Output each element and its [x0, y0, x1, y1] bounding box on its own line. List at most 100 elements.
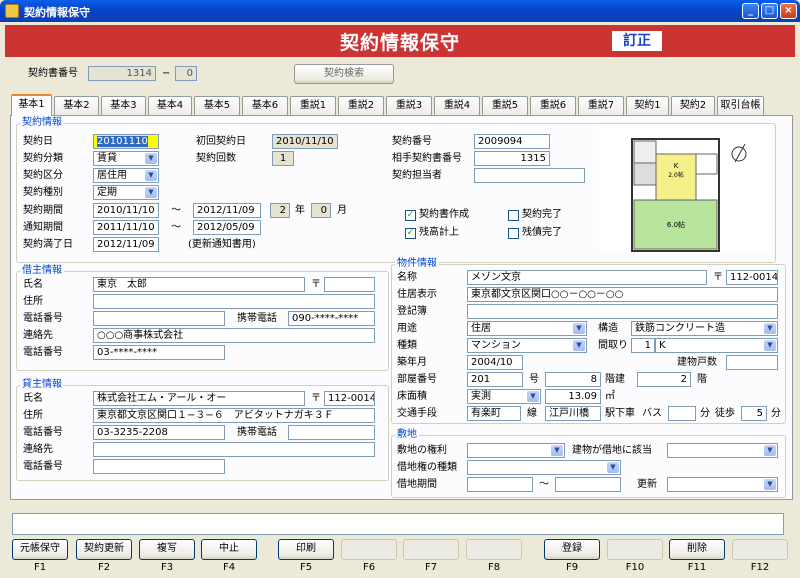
fkey-button-f8[interactable] [466, 539, 522, 560]
tab-13[interactable]: 重説7 [578, 96, 624, 115]
chevron-down-icon[interactable]: ▼ [764, 479, 776, 490]
contract-kubun-select[interactable]: 居住用 ▼ [93, 168, 159, 183]
bus-field[interactable] [668, 406, 696, 421]
contract-sub-no-field[interactable]: 0 [175, 66, 197, 81]
built-field[interactable]: 2004/10 [467, 355, 523, 370]
tab-8[interactable]: 重説2 [338, 96, 384, 115]
period-to-field[interactable]: 2012/11/09 [193, 203, 261, 218]
tab-10[interactable]: 重説4 [434, 96, 480, 115]
landlord-zip-field[interactable]: 112-0014 [324, 391, 375, 406]
structure-select[interactable]: 鉄筋コンクリート造 ▼ [631, 321, 778, 336]
tab-16[interactable]: 取引台帳 [717, 96, 764, 115]
fkey-button-f6[interactable] [341, 539, 397, 560]
units-field[interactable] [726, 355, 778, 370]
period-years-field[interactable]: 2 [270, 203, 290, 218]
contract-kind-select[interactable]: 定期 ▼ [93, 185, 159, 200]
no-field[interactable]: 2009094 [474, 134, 550, 149]
floors-field[interactable]: 8 [545, 372, 601, 387]
leasehold-kind-select[interactable]: ▼ [467, 460, 621, 475]
use-select[interactable]: 住居 ▼ [467, 321, 587, 336]
tab-9[interactable]: 重説3 [386, 96, 432, 115]
chevron-down-icon[interactable]: ▼ [764, 445, 776, 456]
expire-field[interactable]: 2012/11/09 [93, 237, 159, 252]
tenant-address-field[interactable] [93, 294, 375, 309]
contract-search-button[interactable]: 契約検索 [294, 64, 394, 84]
fkey-button-f2[interactable]: 契約更新 [76, 539, 132, 560]
chevron-down-icon[interactable]: ▼ [551, 445, 563, 456]
tab-15[interactable]: 契約2 [671, 96, 715, 115]
leased-land-select[interactable]: ▼ [667, 443, 778, 458]
fkey-button-f4[interactable]: 中止 [201, 539, 257, 560]
staff-field[interactable] [474, 168, 585, 183]
tab-4[interactable]: 基本4 [148, 96, 192, 115]
maximize-icon[interactable]: □ [761, 3, 778, 19]
chevron-down-icon[interactable]: ▼ [145, 170, 157, 181]
chevron-down-icon[interactable]: ▼ [764, 340, 776, 351]
tab-14[interactable]: 契約1 [626, 96, 669, 115]
notice-from-field[interactable]: 2011/11/10 [93, 220, 159, 235]
renew-select[interactable]: ▼ [667, 477, 778, 492]
tab-11[interactable]: 重説5 [482, 96, 528, 115]
landlord-mobile-field[interactable] [288, 425, 375, 440]
chevron-down-icon[interactable]: ▼ [573, 323, 585, 334]
partner-no-field[interactable]: 1315 [474, 151, 550, 166]
lease-to-field[interactable] [555, 477, 621, 492]
tab-5[interactable]: 基本5 [194, 96, 240, 115]
fkey-button-f3[interactable]: 複写 [139, 539, 195, 560]
tenant-zip-field[interactable] [324, 277, 375, 292]
fkey-button-f12[interactable] [732, 539, 788, 560]
area-field[interactable]: 13.09 [545, 389, 601, 404]
tab-6[interactable]: 基本6 [242, 96, 288, 115]
station-field[interactable]: 江戸川橋 [545, 406, 601, 421]
landlord-contact-field[interactable] [93, 442, 375, 457]
fkey-button-f10[interactable] [607, 539, 663, 560]
tab-2[interactable]: 基本2 [54, 96, 99, 115]
contract-created-checkbox[interactable]: ✓ [405, 210, 416, 221]
landlord-tel2-field[interactable] [93, 459, 225, 474]
debt-done-checkbox[interactable]: ✓ [508, 228, 519, 239]
contract-type-select[interactable]: 賃貸 ▼ [93, 151, 159, 166]
layout-count-field[interactable]: 1 [631, 338, 655, 353]
fkey-button-f1[interactable]: 元帳保守 [12, 539, 68, 560]
registry-field[interactable] [467, 304, 778, 319]
chevron-down-icon[interactable]: ▼ [573, 340, 585, 351]
fkey-button-f7[interactable] [403, 539, 459, 560]
property-zip-field[interactable]: 112-0014 [726, 270, 778, 285]
period-from-field[interactable]: 2010/11/10 [93, 203, 159, 218]
landlord-name-field[interactable]: 株式会社エム・アール・オー [93, 391, 305, 406]
tenant-mobile-field[interactable]: 090-****-**** [288, 311, 375, 326]
minimize-icon[interactable]: _ [742, 3, 759, 19]
fkey-button-f11[interactable]: 削除 [669, 539, 725, 560]
line-field[interactable]: 有楽町 [467, 406, 521, 421]
chevron-down-icon[interactable]: ▼ [764, 323, 776, 334]
close-icon[interactable]: × [780, 3, 797, 19]
landlord-tel-field[interactable]: 03-3235-2208 [93, 425, 225, 440]
notice-to-field[interactable]: 2012/05/09 [193, 220, 261, 235]
area-type-select[interactable]: 実測 ▼ [467, 389, 541, 404]
contract-done-checkbox[interactable]: ✓ [508, 210, 519, 221]
chevron-down-icon[interactable]: ▼ [527, 391, 539, 402]
chevron-down-icon[interactable]: ▼ [145, 153, 157, 164]
layout-select[interactable]: K ▼ [655, 338, 778, 353]
contract-date-field[interactable]: 20101110 [93, 134, 159, 149]
tab-3[interactable]: 基本3 [101, 96, 146, 115]
chevron-down-icon[interactable]: ▼ [607, 462, 619, 473]
tenant-contact-field[interactable]: ○○○商事株式会社 [93, 328, 375, 343]
lease-from-field[interactable] [467, 477, 533, 492]
balance-checkbox[interactable]: ✓ [405, 228, 416, 239]
walk-field[interactable]: 5 [741, 406, 767, 421]
property-address-field[interactable]: 東京都文京区関口○○－○○－○○ [467, 287, 778, 302]
tab-7[interactable]: 重説1 [290, 96, 336, 115]
tab-1[interactable]: 基本1 [11, 94, 52, 116]
contract-no-field[interactable]: 1314 [88, 66, 156, 81]
tenant-name-field[interactable]: 東京 太郎 [93, 277, 305, 292]
site-right-select[interactable]: ▼ [467, 443, 565, 458]
landlord-address-field[interactable]: 東京都文京区関口１−３−６ アビタットナガキ３Ｆ [93, 408, 375, 423]
chevron-down-icon[interactable]: ▼ [145, 187, 157, 198]
room-no-field[interactable]: 201 [467, 372, 523, 387]
period-months-field[interactable]: 0 [311, 203, 331, 218]
kind-select[interactable]: マンション ▼ [467, 338, 587, 353]
floor-field[interactable]: 2 [637, 372, 691, 387]
property-name-field[interactable]: メゾン文京 [467, 270, 707, 285]
tab-12[interactable]: 重説6 [530, 96, 576, 115]
